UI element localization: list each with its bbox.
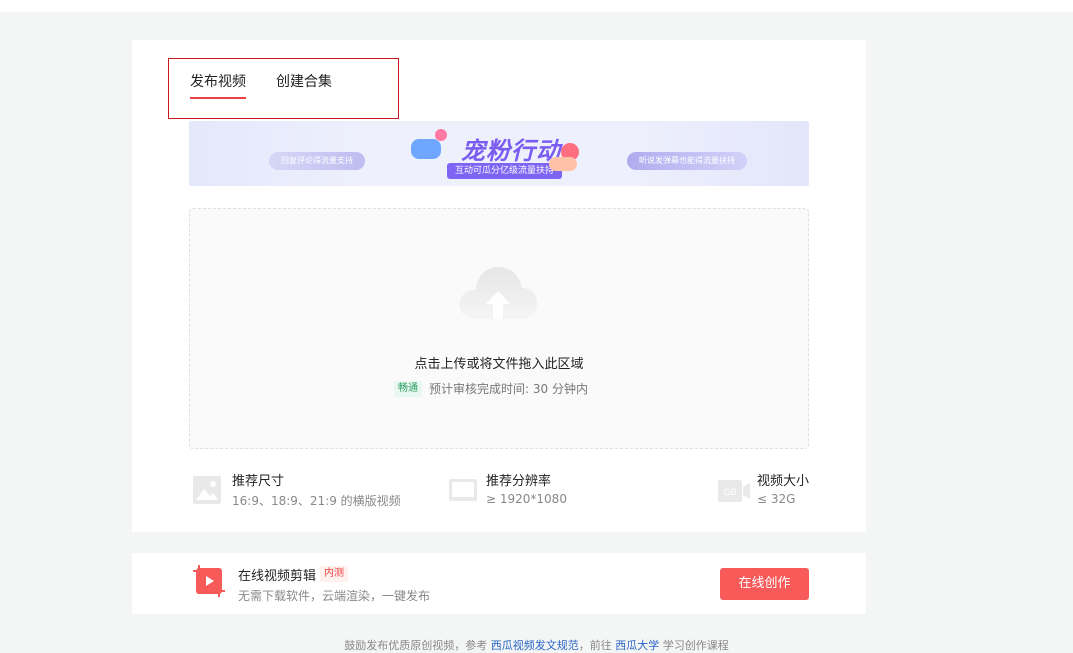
footer-middle: ，前往 bbox=[578, 639, 612, 652]
tab-publish-video[interactable]: 发布视频 bbox=[190, 71, 246, 99]
cloud-upload-icon bbox=[459, 267, 538, 319]
spec-desc: ≥ 1920*1080 bbox=[486, 492, 567, 506]
online-create-button[interactable]: 在线创作 bbox=[720, 568, 809, 600]
banner-subtitle: 互动可瓜分亿级流量扶持 bbox=[447, 163, 563, 179]
review-eta-text: 预计审核完成时间: 30 分钟内 bbox=[429, 382, 588, 396]
gb-video-icon: GB bbox=[718, 480, 750, 502]
xigua-university-link[interactable]: 西瓜大学 bbox=[615, 639, 659, 652]
beta-badge: 内测 bbox=[320, 566, 348, 582]
upload-prompt: 点击上传或将文件拖入此区域 bbox=[414, 357, 584, 372]
hand-icon bbox=[549, 157, 577, 171]
banner-left-pill: 回复评论得流量支持 bbox=[269, 152, 365, 170]
chat-bubble-icon bbox=[411, 139, 441, 159]
spec-title: 视频大小 bbox=[757, 474, 810, 489]
footer-suffix: 学习创作课程 bbox=[662, 639, 729, 652]
upload-dropzone[interactable]: 点击上传或将文件拖入此区域 畅通 预计审核完成时间: 30 分钟内 bbox=[189, 208, 809, 449]
editor-title: 在线视频剪辑 bbox=[238, 569, 317, 584]
editor-desc: 无需下载软件，云端渲染，一键发布 bbox=[238, 589, 431, 603]
video-crop-icon bbox=[193, 565, 225, 597]
spec-title: 推荐尺寸 bbox=[232, 474, 285, 489]
spec-desc: ≤ 32G bbox=[757, 492, 796, 506]
screen-icon bbox=[449, 479, 477, 501]
footer-note: 鼓励发布优质原创视频，参考 西瓜视频发文规范，前往 西瓜大学 学习创作课程 bbox=[0, 637, 1073, 653]
status-badge: 畅通 bbox=[394, 380, 422, 397]
banner-right-pill: 听说发弹幕也能得流量扶持 bbox=[627, 152, 747, 170]
top-bar bbox=[0, 0, 1073, 12]
tab-create-collection[interactable]: 创建合集 bbox=[276, 71, 332, 91]
promo-banner[interactable]: 回复评论得流量支持 宠粉行动 互动可瓜分亿级流量扶持 听说发弹幕也能得流量扶持 bbox=[189, 121, 809, 186]
gb-label: GB bbox=[723, 488, 736, 498]
spec-title: 推荐分辨率 bbox=[486, 474, 552, 489]
review-eta: 畅通 预计审核完成时间: 30 分钟内 bbox=[394, 380, 588, 397]
heart-icon bbox=[435, 129, 447, 141]
guidelines-link[interactable]: 西瓜视频发文规范 bbox=[491, 639, 579, 652]
spec-desc: 16:9、18:9、21:9 的横版视频 bbox=[232, 494, 401, 508]
banner-title: 宠粉行动 bbox=[461, 137, 561, 165]
footer-prefix: 鼓励发布优质原创视频，参考 bbox=[344, 639, 488, 652]
image-icon bbox=[193, 476, 221, 504]
